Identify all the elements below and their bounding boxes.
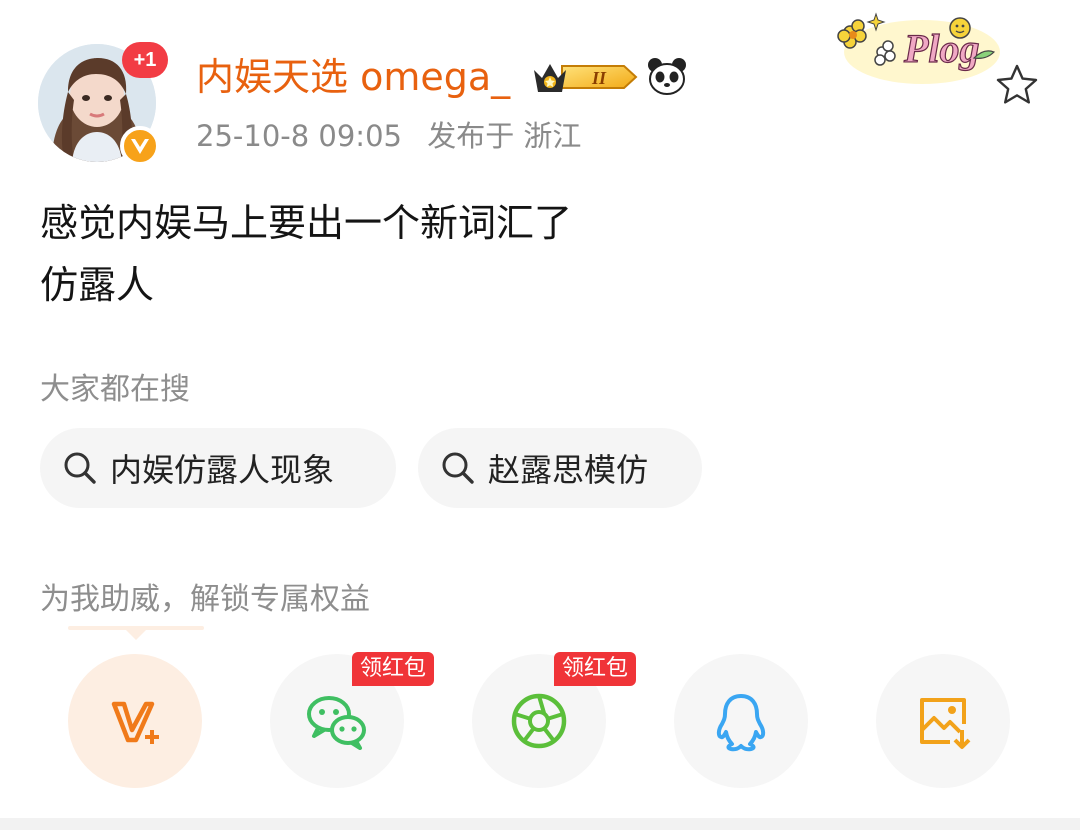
favorite-star-icon[interactable]: [994, 62, 1040, 108]
save-image-button[interactable]: [876, 654, 1010, 788]
qq-icon: [716, 694, 766, 752]
avatar-container[interactable]: +1: [38, 42, 168, 166]
post-location: 发布于 浙江: [427, 119, 582, 153]
v-plus-icon: [111, 701, 159, 744]
verified-v-icon: [120, 126, 160, 166]
panda-icon: [648, 58, 686, 95]
post-timestamp: 25-10-8 09:05: [196, 119, 402, 153]
username[interactable]: 内娱天选 omega_: [196, 52, 510, 102]
share-vplus-button[interactable]: [68, 654, 202, 788]
level-text: II: [591, 68, 607, 88]
search-chip[interactable]: 内娱仿露人现象: [40, 428, 396, 508]
bottom-divider: [0, 818, 1080, 830]
search-chip[interactable]: 赵露思模仿: [418, 428, 702, 508]
share-qq-button[interactable]: [674, 654, 808, 788]
search-icon: [64, 452, 96, 484]
red-packet-badge[interactable]: 领红包: [352, 652, 435, 686]
wechat-icon: [307, 696, 366, 750]
trending-search-label: 大家都在搜: [40, 372, 190, 407]
post-meta: 25-10-8 09:05 发布于 浙江: [196, 116, 581, 156]
moments-icon: [511, 693, 567, 749]
search-chip-label: 内娱仿露人现象: [110, 451, 335, 489]
search-icon: [442, 452, 474, 484]
post-text-line-2: 仿露人: [40, 263, 155, 307]
save-image-icon: [920, 698, 971, 749]
search-chip-label: 赵露思模仿: [488, 451, 649, 489]
plog-sticker-icon: Plog: [837, 12, 1000, 84]
notification-badge: +1: [122, 42, 168, 78]
post-text-line-1: 感觉内娱马上要出一个新词汇了: [40, 201, 573, 245]
crown-level-badge-icon[interactable]: II: [532, 58, 640, 96]
red-packet-badge[interactable]: 领红包: [554, 652, 637, 686]
support-label: 为我助威，解锁专属权益: [40, 582, 370, 617]
tooltip-arrow: [122, 626, 150, 640]
post-body: 感觉内娱马上要出一个新词汇了 仿露人: [40, 192, 572, 316]
